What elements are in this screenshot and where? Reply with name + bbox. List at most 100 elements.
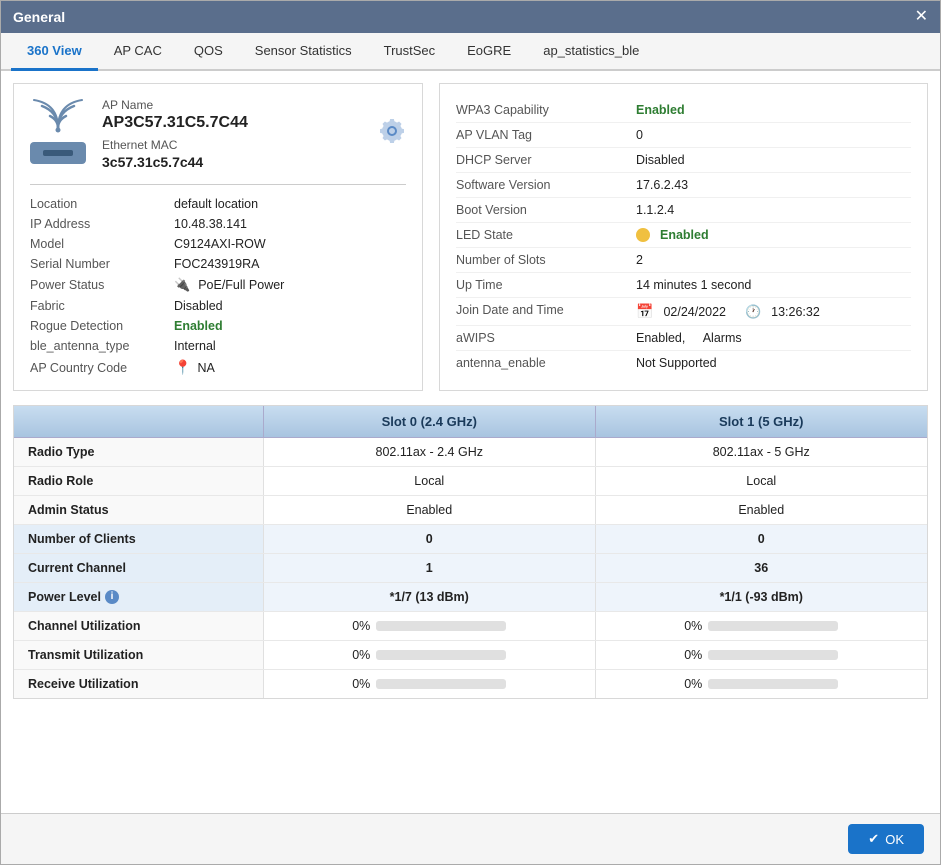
stat-value-led-state: Enabled [636,228,709,242]
tab-ap-statistics-ble[interactable]: ap_statistics_ble [527,33,655,71]
close-button[interactable]: ✕ [915,9,928,25]
field-value-country-code: NA [197,361,214,375]
window-title: General [13,9,65,25]
power-icon: 🔌 [174,277,190,293]
ok-button[interactable]: ✔ OK [848,824,924,854]
field-value-power-status: PoE/Full Power [198,278,284,292]
tab-bar: 360 View AP CAC QOS Sensor Statistics Tr… [1,33,940,71]
ap-fields: Location default location IP Address 10.… [30,197,406,376]
channel-util-pct-0: 0% [352,619,370,633]
stat-value-uptime: 14 minutes 1 second [636,278,751,292]
stats-panel: WPA3 Capability Enabled AP VLAN Tag 0 DH… [439,83,928,391]
slot-label-num-clients: Number of Clients [14,525,264,553]
slot-label-channel-util: Channel Utilization [14,612,264,640]
stat-label-wpa3: WPA3 Capability [456,103,636,117]
field-ip: IP Address 10.48.38.141 [30,217,406,231]
field-value-serial: FOC243919RA [174,257,259,271]
stat-dhcp: DHCP Server Disabled [456,148,911,173]
stat-label-led-state: LED State [456,228,636,242]
tab-qos[interactable]: QOS [178,33,239,71]
field-country-code: AP Country Code 📍 NA [30,359,406,376]
stat-value-wpa3: Enabled [636,103,685,117]
slot-label-radio-type: Radio Type [14,438,264,466]
slot-header-empty [14,406,264,437]
tab-360view[interactable]: 360 View [11,33,98,71]
content-area: AP Name AP3C57.31C5.7C44 Ethernet MAC 3c… [1,71,940,813]
stat-vlan: AP VLAN Tag 0 [456,123,911,148]
field-fabric: Fabric Disabled [30,299,406,313]
field-location: Location default location [30,197,406,211]
slot-row-radio-type: Radio Type 802.11ax - 2.4 GHz 802.11ax -… [14,438,927,467]
slot-row-admin-status: Admin Status Enabled Enabled [14,496,927,525]
slot-header-slot1: Slot 1 (5 GHz) [596,406,928,437]
stat-value-num-slots: 2 [636,253,643,267]
gear-icon[interactable] [378,117,406,151]
checkmark-icon: ✔ [868,831,879,847]
stat-led-state: LED State Enabled [456,223,911,248]
join-time: 13:26:32 [771,305,820,319]
tx-util-pct-0: 0% [352,648,370,662]
stat-value-vlan: 0 [636,128,643,142]
slot-label-power-level: Power Level i [14,583,264,611]
location-icon: 📍 [174,359,191,376]
rx-util-bar-bg-1 [708,679,838,689]
slot-row-radio-role: Radio Role Local Local [14,467,927,496]
tab-apcac[interactable]: AP CAC [98,33,178,71]
field-label-rogue-detection: Rogue Detection [30,319,170,333]
field-label-model: Model [30,237,170,251]
slot-val-channel-util-0: 0% [264,612,596,640]
slot-row-channel-util: Channel Utilization 0% 0% [14,612,927,641]
field-label-power-status: Power Status [30,278,170,292]
field-value-model: C9124AXI-ROW [174,237,266,251]
stat-awips: aWIPS Enabled, Alarms [456,326,911,351]
stat-join-datetime: Join Date and Time 📅 02/24/2022 🕐 13:26:… [456,298,911,326]
stat-boot-version: Boot Version 1.1.2.4 [456,198,911,223]
tx-util-bar-wrap-1: 0% [684,648,838,662]
tab-eogre[interactable]: EoGRE [451,33,527,71]
rx-util-bar-wrap-0: 0% [352,677,506,691]
general-window: General ✕ 360 View AP CAC QOS Sensor Sta… [0,0,941,865]
channel-util-bar-wrap-1: 0% [684,619,838,633]
slot-row-rx-util: Receive Utilization 0% 0% [14,670,927,698]
stat-label-antenna-enable: antenna_enable [456,356,636,370]
field-rogue-detection: Rogue Detection Enabled [30,319,406,333]
slot-val-num-clients-1: 0 [596,525,928,553]
rx-util-bar-wrap-1: 0% [684,677,838,691]
tab-trustsec[interactable]: TrustSec [368,33,452,71]
slot-val-tx-util-1: 0% [596,641,928,669]
clock-icon: 🕐 [745,304,761,320]
ethernet-mac-value: 3c57.31c5.7c44 [102,154,362,170]
stat-wpa3: WPA3 Capability Enabled [456,98,911,123]
slot-val-channel-util-1: 0% [596,612,928,640]
field-value-ip: 10.48.38.141 [174,217,247,231]
field-value-location: default location [174,197,258,211]
slot-val-radio-type-1: 802.11ax - 5 GHz [596,438,928,466]
stat-uptime: Up Time 14 minutes 1 second [456,273,911,298]
power-level-info-icon[interactable]: i [105,590,119,604]
stat-value-sw-version: 17.6.2.43 [636,178,688,192]
field-label-ble-antenna: ble_antenna_type [30,339,170,353]
tab-sensor-statistics[interactable]: Sensor Statistics [239,33,368,71]
slot-val-power-level-1: *1/1 (-93 dBm) [596,583,928,611]
slot-val-num-clients-0: 0 [264,525,596,553]
join-date: 02/24/2022 [663,305,726,319]
rx-util-pct-1: 0% [684,677,702,691]
calendar-icon: 📅 [636,303,653,320]
stat-antenna-enable: antenna_enable Not Supported [456,351,911,375]
slot-label-admin-status: Admin Status [14,496,264,524]
led-bulb-icon [636,228,650,242]
stat-label-uptime: Up Time [456,278,636,292]
slot-val-rx-util-0: 0% [264,670,596,698]
stat-label-join-datetime: Join Date and Time [456,303,636,317]
field-label-location: Location [30,197,170,211]
field-ble-antenna: ble_antenna_type Internal [30,339,406,353]
ok-label: OK [885,832,904,847]
slot-val-radio-type-0: 802.11ax - 2.4 GHz [264,438,596,466]
top-section: AP Name AP3C57.31C5.7C44 Ethernet MAC 3c… [13,83,928,391]
tx-util-bar-wrap-0: 0% [352,648,506,662]
stat-value-join-datetime: 📅 02/24/2022 🕐 13:26:32 [636,303,820,320]
slot-header-slot0: Slot 0 (2.4 GHz) [264,406,596,437]
led-state-text: Enabled [660,228,709,242]
slot-row-power-level: Power Level i *1/7 (13 dBm) *1/1 (-93 dB… [14,583,927,612]
slot-label-radio-role: Radio Role [14,467,264,495]
